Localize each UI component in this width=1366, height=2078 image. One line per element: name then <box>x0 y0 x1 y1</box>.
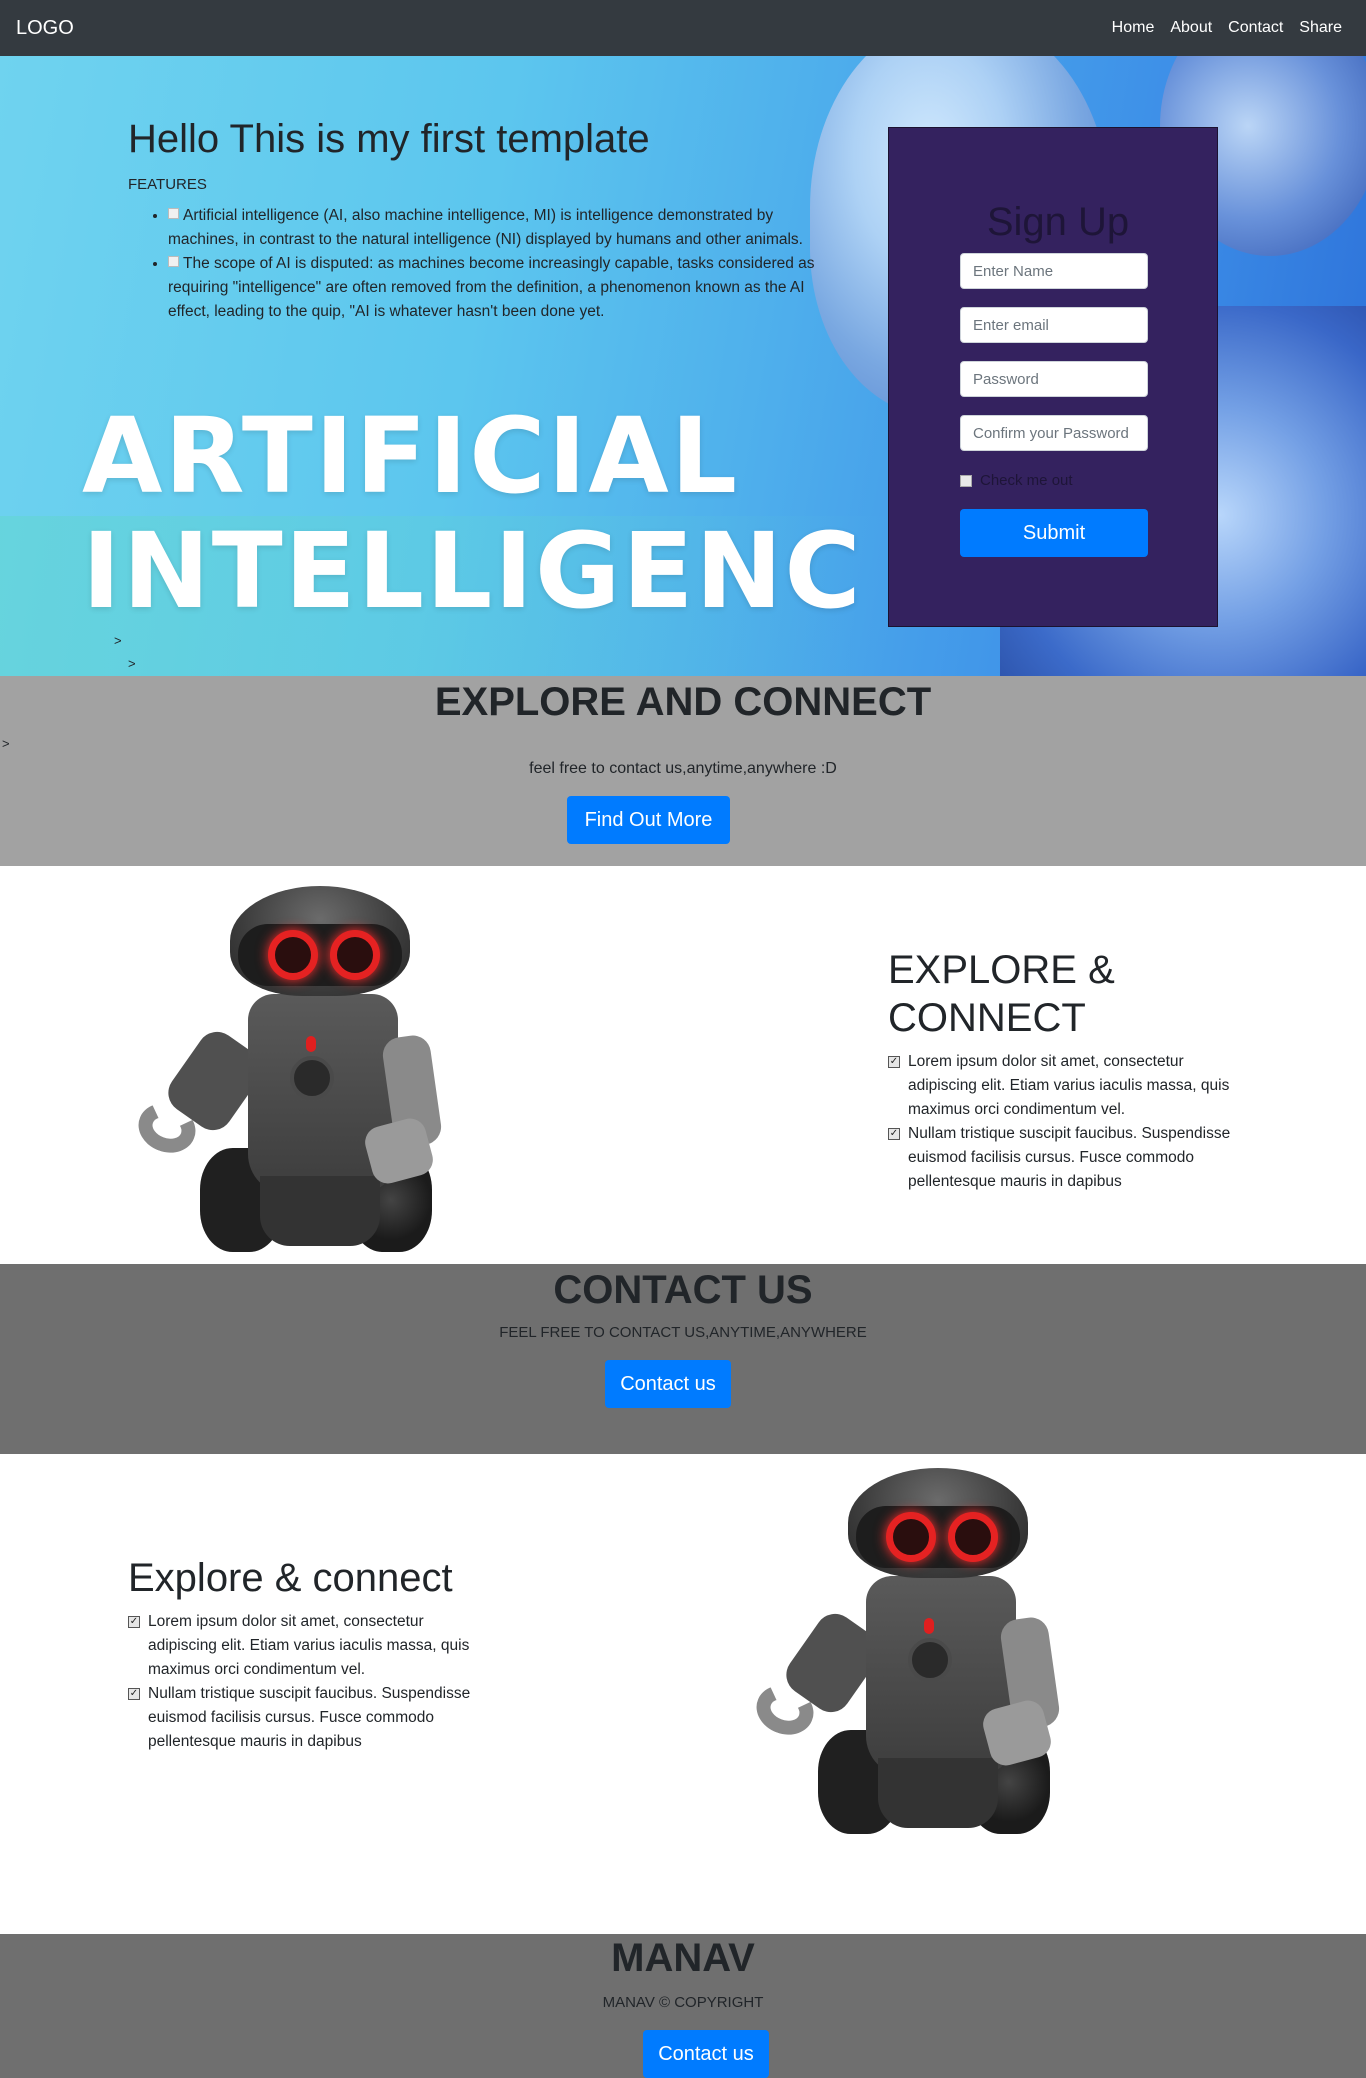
explore-subtitle: feel free to contact us,anytime,anywhere… <box>529 760 837 777</box>
feature-two-item: ✓ Lorem ipsum dolor sit amet, consectetur… <box>128 1610 488 1682</box>
feature-two-text: Lorem ipsum dolor sit amet, consectetur … <box>148 1613 470 1678</box>
robot-eye <box>268 930 318 980</box>
checkbox-icon: ✓ <box>128 1616 140 1628</box>
feature-item: The scope of AI is disputed: as machines… <box>168 252 842 324</box>
logo[interactable]: LOGO <box>16 17 74 40</box>
explore-band: EXPLORE AND CONNECT > feel free to conta… <box>0 676 1366 866</box>
feature-item: Artificial intelligence (AI, also machin… <box>168 204 842 252</box>
feature-image-icon <box>168 208 179 219</box>
banner-word-artificial: ARTIFICIAL <box>82 395 740 517</box>
contact-subtitle: FEEL FREE TO CONTACT US,ANYTIME,ANYWHERE <box>499 1324 867 1341</box>
robot-base <box>878 1758 998 1828</box>
signup-title: Sign Up <box>986 200 1130 244</box>
check-me-out-label[interactable]: Check me out <box>980 472 1073 489</box>
feature-one-list: ✓ Lorem ipsum dolor sit amet, consectetur… <box>888 1050 1248 1194</box>
feature-two-item: ✓ Nullam tristique suscipit faucibus. Sus… <box>128 1682 488 1754</box>
stray-text: > <box>2 736 10 751</box>
submit-button[interactable]: Submit <box>960 509 1148 557</box>
navbar: LOGO Home About Contact Share <box>0 0 1366 56</box>
robot-eye <box>886 1512 936 1562</box>
checkbox-icon: ✓ <box>128 1688 140 1700</box>
contact-title: CONTACT US <box>553 1268 813 1312</box>
feature-section-two: Explore & connect ✓ Lorem ipsum dolor sit… <box>0 1454 1366 1934</box>
check-me-out-row: Check me out <box>960 472 1073 489</box>
check-me-out-checkbox[interactable] <box>960 474 972 487</box>
footer-copyright: MANAV © COPYRIGHT <box>602 1994 764 2011</box>
contact-us-button[interactable]: Contact us <box>605 1360 731 1408</box>
feature-one-text: Lorem ipsum dolor sit amet, consectetur … <box>908 1053 1230 1118</box>
signup-form: Sign Up Check me out Submit <box>888 127 1218 627</box>
feature-one-item: ✓ Lorem ipsum dolor sit amet, consectetur… <box>888 1050 1248 1122</box>
contact-band: CONTACT US FEEL FREE TO CONTACT US,ANYTI… <box>0 1264 1366 1454</box>
find-out-more-button[interactable]: Find Out More <box>567 796 730 844</box>
email-input[interactable] <box>960 307 1148 343</box>
feature-section-one: EXPLORE & CONNECT ✓ Lorem ipsum dolor sit… <box>0 866 1366 1264</box>
stray-text: > <box>128 656 136 671</box>
robot-eye <box>948 1512 998 1562</box>
robot-image <box>748 1468 1068 1838</box>
feature-image-icon <box>168 256 179 267</box>
robot-chest <box>290 1056 334 1100</box>
robot-image <box>130 886 450 1256</box>
features-list: Artificial intelligence (AI, also machin… <box>152 204 842 324</box>
nav-links: Home About Contact Share <box>1104 19 1350 37</box>
feature-two-list: ✓ Lorem ipsum dolor sit amet, consectetur… <box>128 1610 488 1754</box>
feature-two-title: Explore & connect <box>128 1556 453 1600</box>
feature-text: Artificial intelligence (AI, also machin… <box>168 207 803 248</box>
feature-text: The scope of AI is disputed: as machines… <box>168 255 815 320</box>
feature-one-text: Nullam tristique suscipit faucibus. Susp… <box>908 1125 1231 1190</box>
nav-share-link[interactable]: Share <box>1291 19 1350 37</box>
checkbox-icon: ✓ <box>888 1056 900 1068</box>
name-input[interactable] <box>960 253 1148 289</box>
robot-chest <box>908 1638 952 1682</box>
feature-one-title: EXPLORE & CONNECT <box>888 948 1115 1040</box>
robot-light <box>306 1036 316 1052</box>
feature-one-item: ✓ Nullam tristique suscipit faucibus. Sus… <box>888 1122 1248 1194</box>
nav-about-link[interactable]: About <box>1162 19 1220 37</box>
footer: MANAV MANAV © COPYRIGHT Contact us <box>0 1934 1366 2078</box>
robot-light <box>924 1618 934 1634</box>
confirm-password-input[interactable] <box>960 415 1148 451</box>
explore-title: EXPLORE AND CONNECT <box>434 680 932 724</box>
nav-home-link[interactable]: Home <box>1104 19 1163 37</box>
banner-word-intelligence: INTELLIGENC <box>82 510 863 632</box>
password-input[interactable] <box>960 361 1148 397</box>
nav-contact-link[interactable]: Contact <box>1220 19 1291 37</box>
features-label: FEATURES <box>128 176 207 193</box>
stray-text: > <box>114 633 122 648</box>
footer-title: MANAV <box>611 1936 755 1980</box>
checkbox-icon: ✓ <box>888 1128 900 1140</box>
robot-eye <box>330 930 380 980</box>
robot-base <box>260 1176 380 1246</box>
footer-contact-button[interactable]: Contact us <box>643 2030 769 2078</box>
feature-two-text: Nullam tristique suscipit faucibus. Susp… <box>148 1685 471 1750</box>
hero-title: Hello This is my first template <box>128 117 650 161</box>
